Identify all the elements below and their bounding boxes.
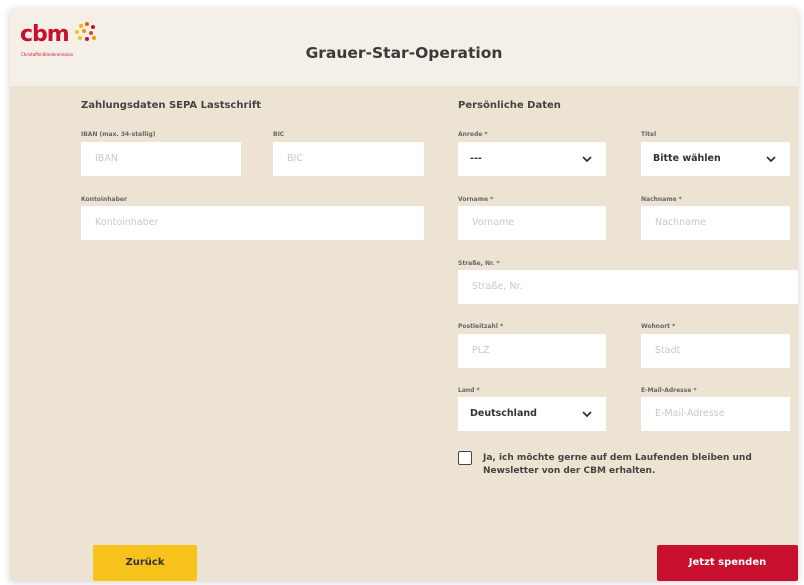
- country-label: Land *: [458, 387, 480, 394]
- donate-button[interactable]: Jetzt spenden: [657, 545, 798, 581]
- donate-button-label: Jetzt spenden: [688, 557, 767, 568]
- street-input[interactable]: Straße, Nr.: [458, 270, 798, 304]
- salutation-label: Anrede *: [458, 131, 488, 138]
- title-label: Titel: [641, 131, 657, 138]
- city-input[interactable]: Stadt: [641, 334, 790, 368]
- zip-placeholder: PLZ: [472, 345, 490, 356]
- firstname-placeholder: Vorname: [472, 217, 515, 228]
- country-value: Deutschland: [470, 408, 537, 419]
- newsletter-checkbox[interactable]: [458, 451, 472, 465]
- city-label: Wohnort *: [641, 323, 676, 330]
- email-label: E-Mail-Adresse *: [641, 387, 697, 394]
- lastname-placeholder: Nachname: [655, 217, 707, 228]
- payment-heading: Zahlungsdaten SEPA Lastschrift: [81, 100, 261, 111]
- holder-placeholder: Kontoinhaber: [95, 217, 159, 228]
- street-placeholder: Straße, Nr.: [472, 281, 523, 292]
- newsletter-label: Ja, ich möchte gerne auf dem Laufenden b…: [483, 453, 752, 476]
- chevron-down-icon: [582, 411, 592, 418]
- back-button[interactable]: Zurück: [93, 545, 197, 581]
- back-button-label: Zurück: [125, 557, 165, 568]
- chevron-down-icon: [766, 156, 776, 163]
- chevron-down-icon: [582, 156, 592, 163]
- iban-input[interactable]: IBAN: [81, 142, 241, 176]
- bic-input[interactable]: BIC: [273, 142, 424, 176]
- bic-label: BIC: [273, 131, 285, 138]
- holder-input[interactable]: Kontoinhaber: [81, 206, 424, 240]
- email-placeholder: E-Mail-Adresse: [655, 408, 725, 419]
- personal-heading: Persönliche Daten: [458, 100, 561, 111]
- donation-form-window: cbm Christoffel-Blindenmission Grauer-St…: [10, 8, 798, 581]
- page-title: Grauer-Star-Operation: [305, 44, 503, 62]
- bic-placeholder: BIC: [287, 153, 303, 164]
- salutation-select[interactable]: ---: [458, 142, 606, 176]
- title-select[interactable]: Bitte wählen: [641, 142, 790, 176]
- lastname-label: Nachname *: [641, 196, 682, 203]
- firstname-input[interactable]: Vorname: [458, 206, 606, 240]
- salutation-value: ---: [470, 153, 482, 164]
- holder-label: Kontoinhaber: [81, 196, 127, 203]
- header: cbm Christoffel-Blindenmission Grauer-St…: [10, 8, 798, 86]
- iban-label: IBAN (max. 34-stellig): [81, 131, 156, 138]
- iban-placeholder: IBAN: [95, 153, 118, 164]
- lastname-input[interactable]: Nachname: [641, 206, 790, 240]
- city-placeholder: Stadt: [655, 345, 681, 356]
- street-label: Straße, Nr. *: [458, 260, 500, 267]
- zip-label: Postleitzahl *: [458, 323, 504, 330]
- title-value: Bitte wählen: [653, 153, 721, 164]
- country-select[interactable]: Deutschland: [458, 397, 606, 431]
- firstname-label: Vorname *: [458, 196, 494, 203]
- email-input[interactable]: E-Mail-Adresse: [641, 397, 790, 431]
- zip-input[interactable]: PLZ: [458, 334, 606, 368]
